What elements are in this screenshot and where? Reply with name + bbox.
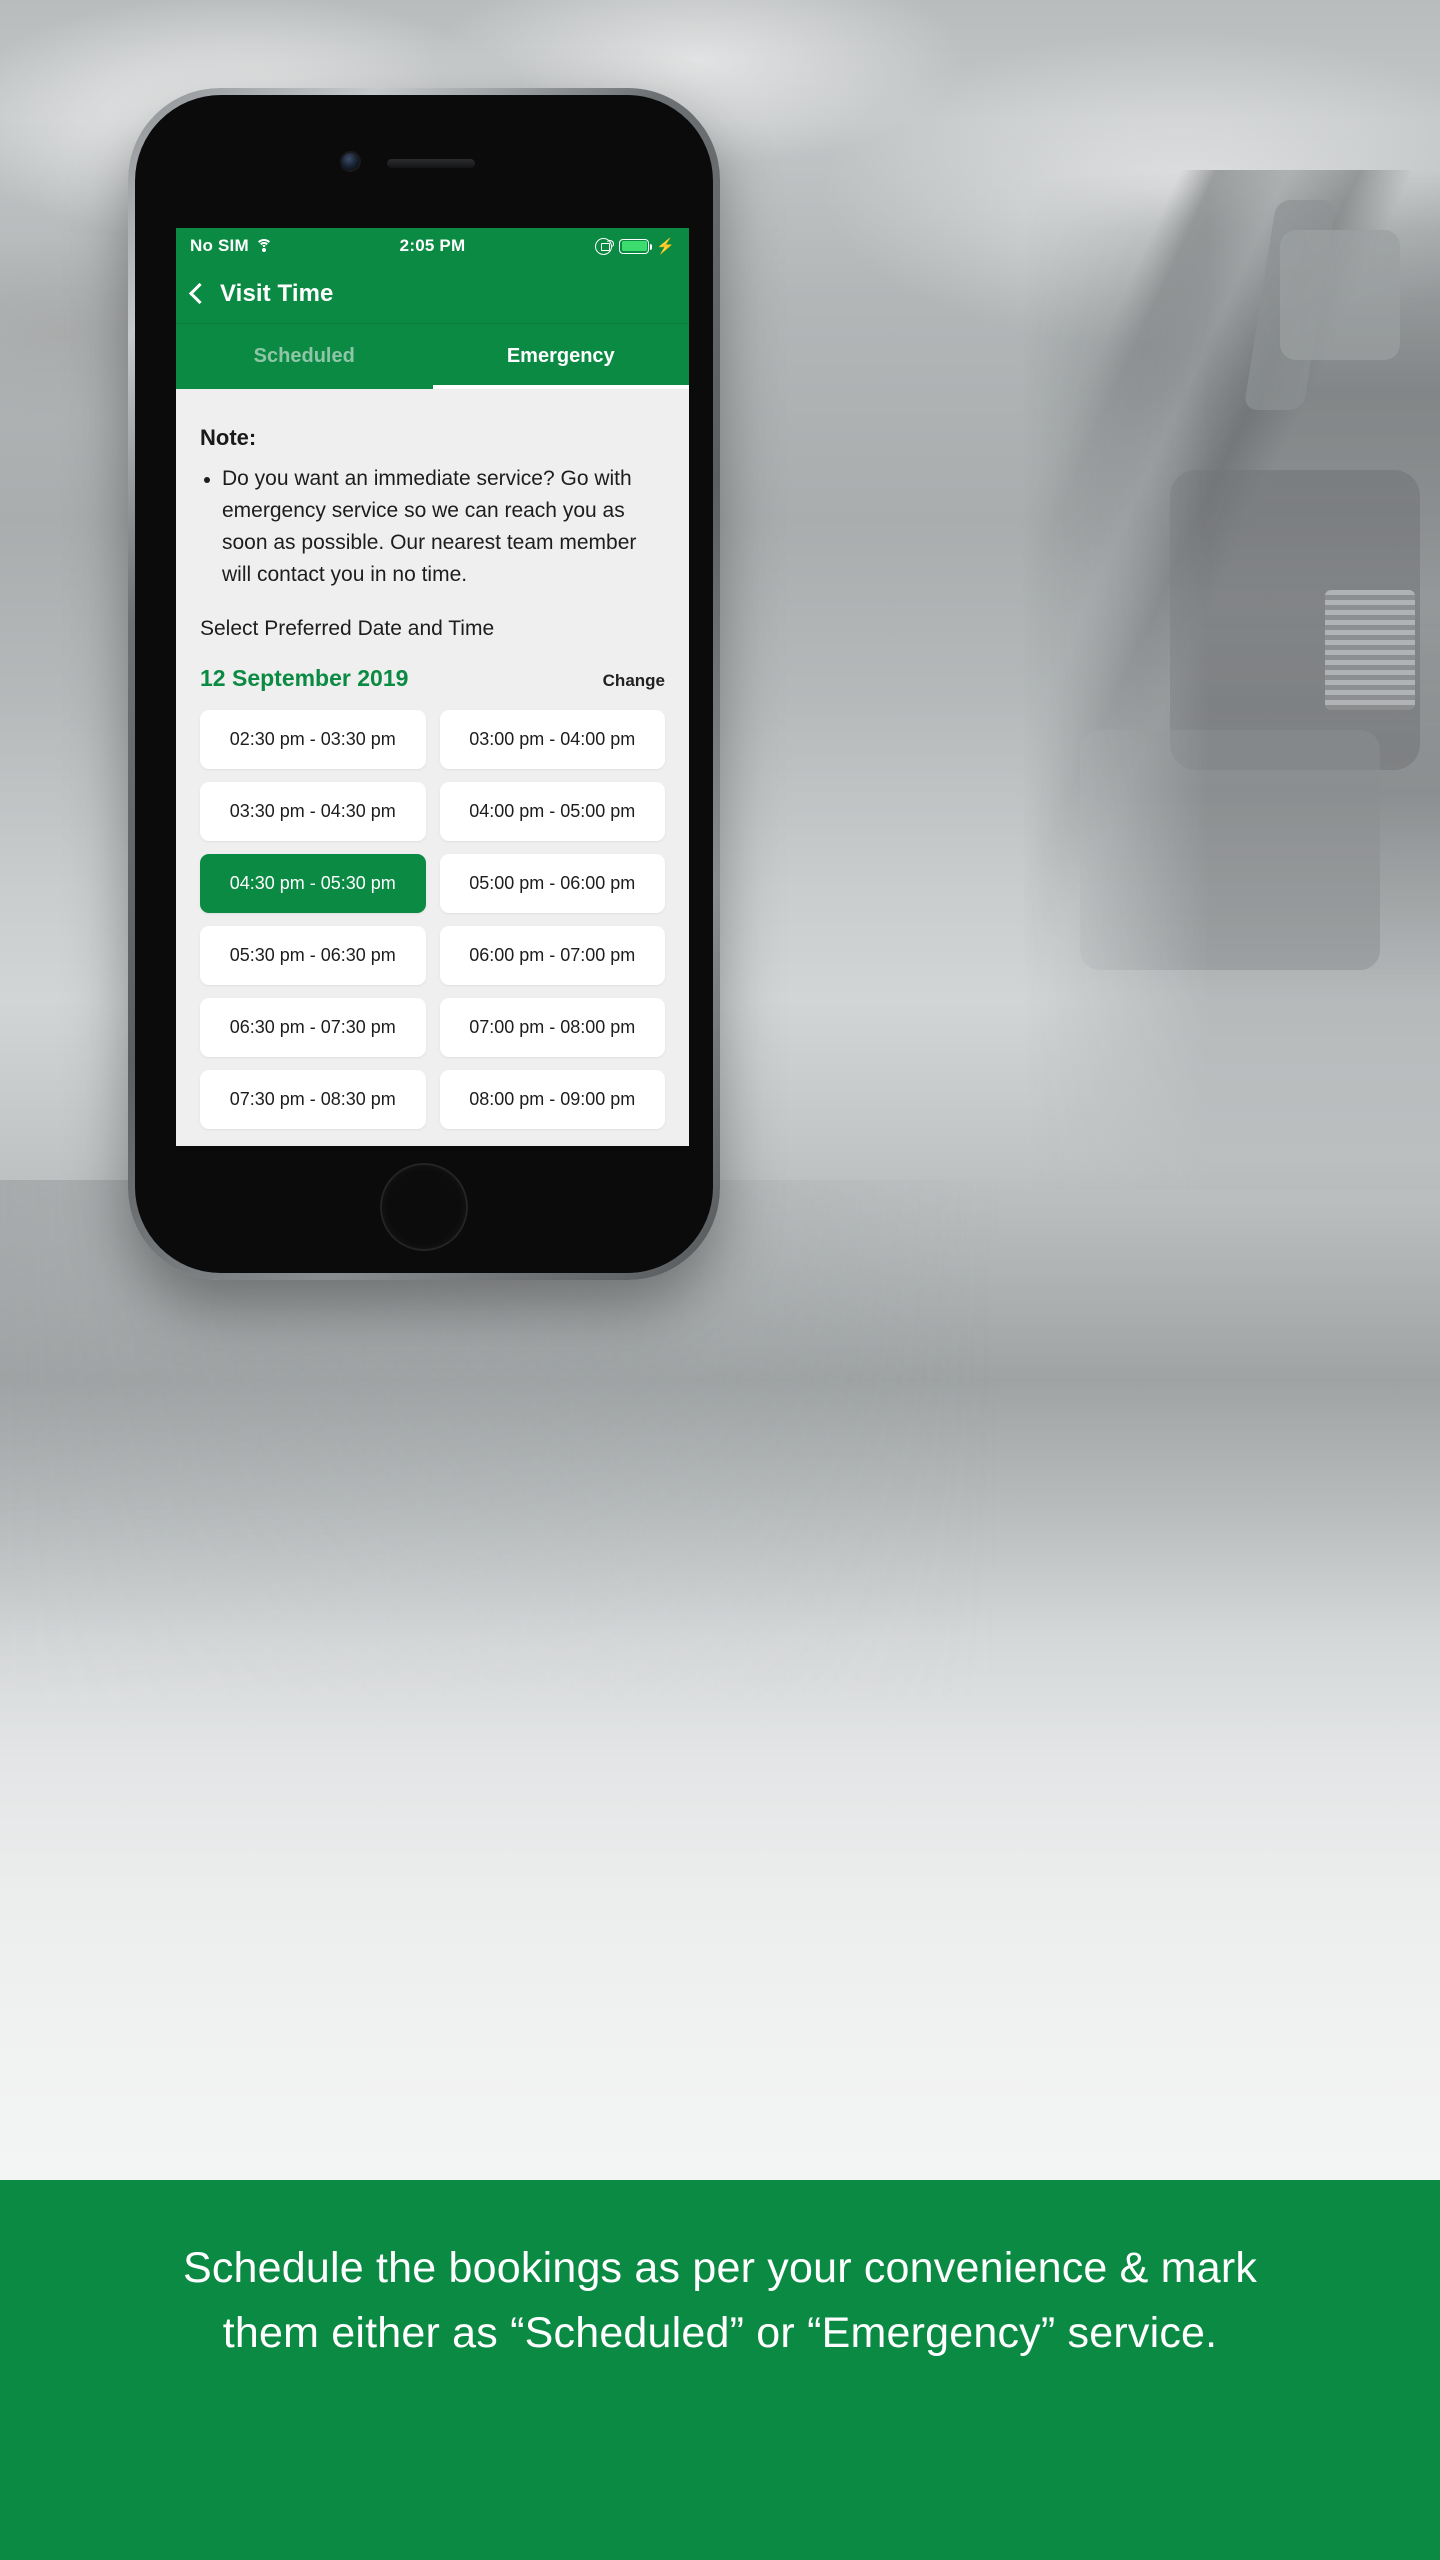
- time-slot-selected[interactable]: 04:30 pm - 05:30 pm: [200, 853, 426, 913]
- charging-bolt-icon: ⚡: [656, 237, 675, 255]
- select-date-time-label: Select Preferred Date and Time: [200, 616, 495, 640]
- back-chevron-icon[interactable]: [188, 282, 211, 304]
- selected-date: 12 September 2019: [200, 664, 409, 691]
- time-slot[interactable]: 05:00 pm - 06:00 pm: [439, 853, 665, 913]
- time-slot[interactable]: 03:30 pm - 04:30 pm: [200, 781, 426, 841]
- front-camera-icon: [342, 153, 359, 170]
- time-slot[interactable]: 02:30 pm - 03:30 pm: [200, 709, 426, 769]
- note-bullet-list: Do you want an immediate service? Go wit…: [200, 463, 665, 591]
- phone-mockup: No SIM 2:05 PM ⚡ Visit Time Scheduled Em…: [128, 88, 720, 1280]
- carrier-label: No SIM: [190, 236, 249, 255]
- background-machine-silhouette: [1020, 170, 1440, 1190]
- phone-screen: No SIM 2:05 PM ⚡ Visit Time Scheduled Em…: [176, 228, 689, 1146]
- page-title: Visit Time: [220, 279, 334, 307]
- status-bar-left: No SIM: [190, 236, 273, 256]
- change-date-button[interactable]: Change: [603, 671, 665, 691]
- status-bar: No SIM 2:05 PM ⚡: [176, 228, 689, 264]
- status-bar-right: ⚡: [595, 237, 675, 255]
- time-slot[interactable]: 07:30 pm - 08:30 pm: [200, 1069, 426, 1129]
- note-heading: Note:: [200, 425, 257, 450]
- note-bullet: Do you want an immediate service? Go wit…: [222, 463, 665, 591]
- caption-text: Schedule the bookings as per your conven…: [182, 2244, 1258, 2358]
- time-slot[interactable]: 06:30 pm - 07:30 pm: [200, 997, 426, 1057]
- time-slot[interactable]: 04:00 pm - 05:00 pm: [439, 781, 665, 841]
- content-panel: Note: Do you want an immediate service? …: [176, 389, 689, 1146]
- phone-bezel: No SIM 2:05 PM ⚡ Visit Time Scheduled Em…: [135, 95, 713, 1273]
- time-slot[interactable]: 05:30 pm - 06:30 pm: [200, 925, 426, 985]
- rotation-lock-icon: [595, 237, 615, 255]
- time-slot[interactable]: 03:00 pm - 04:00 pm: [439, 709, 665, 769]
- tab-emergency[interactable]: Emergency: [432, 324, 690, 389]
- home-button[interactable]: [380, 1163, 468, 1251]
- time-slot[interactable]: 06:00 pm - 07:00 pm: [439, 925, 665, 985]
- tab-bar: Scheduled Emergency: [176, 324, 689, 389]
- time-slot[interactable]: 08:00 pm - 09:00 pm: [439, 1069, 665, 1129]
- wifi-icon: [255, 239, 273, 253]
- date-row: 12 September 2019 Change: [200, 665, 665, 692]
- time-slot-grid: 02:30 pm - 03:30 pm 03:00 pm - 04:00 pm …: [200, 709, 665, 1129]
- tab-scheduled[interactable]: Scheduled: [176, 324, 433, 389]
- earpiece-speaker: [387, 159, 475, 168]
- caption-band: Schedule the bookings as per your conven…: [0, 2180, 1440, 2560]
- battery-icon: [619, 238, 653, 254]
- nav-bar: Visit Time: [176, 264, 689, 324]
- time-slot[interactable]: 07:00 pm - 08:00 pm: [439, 997, 665, 1057]
